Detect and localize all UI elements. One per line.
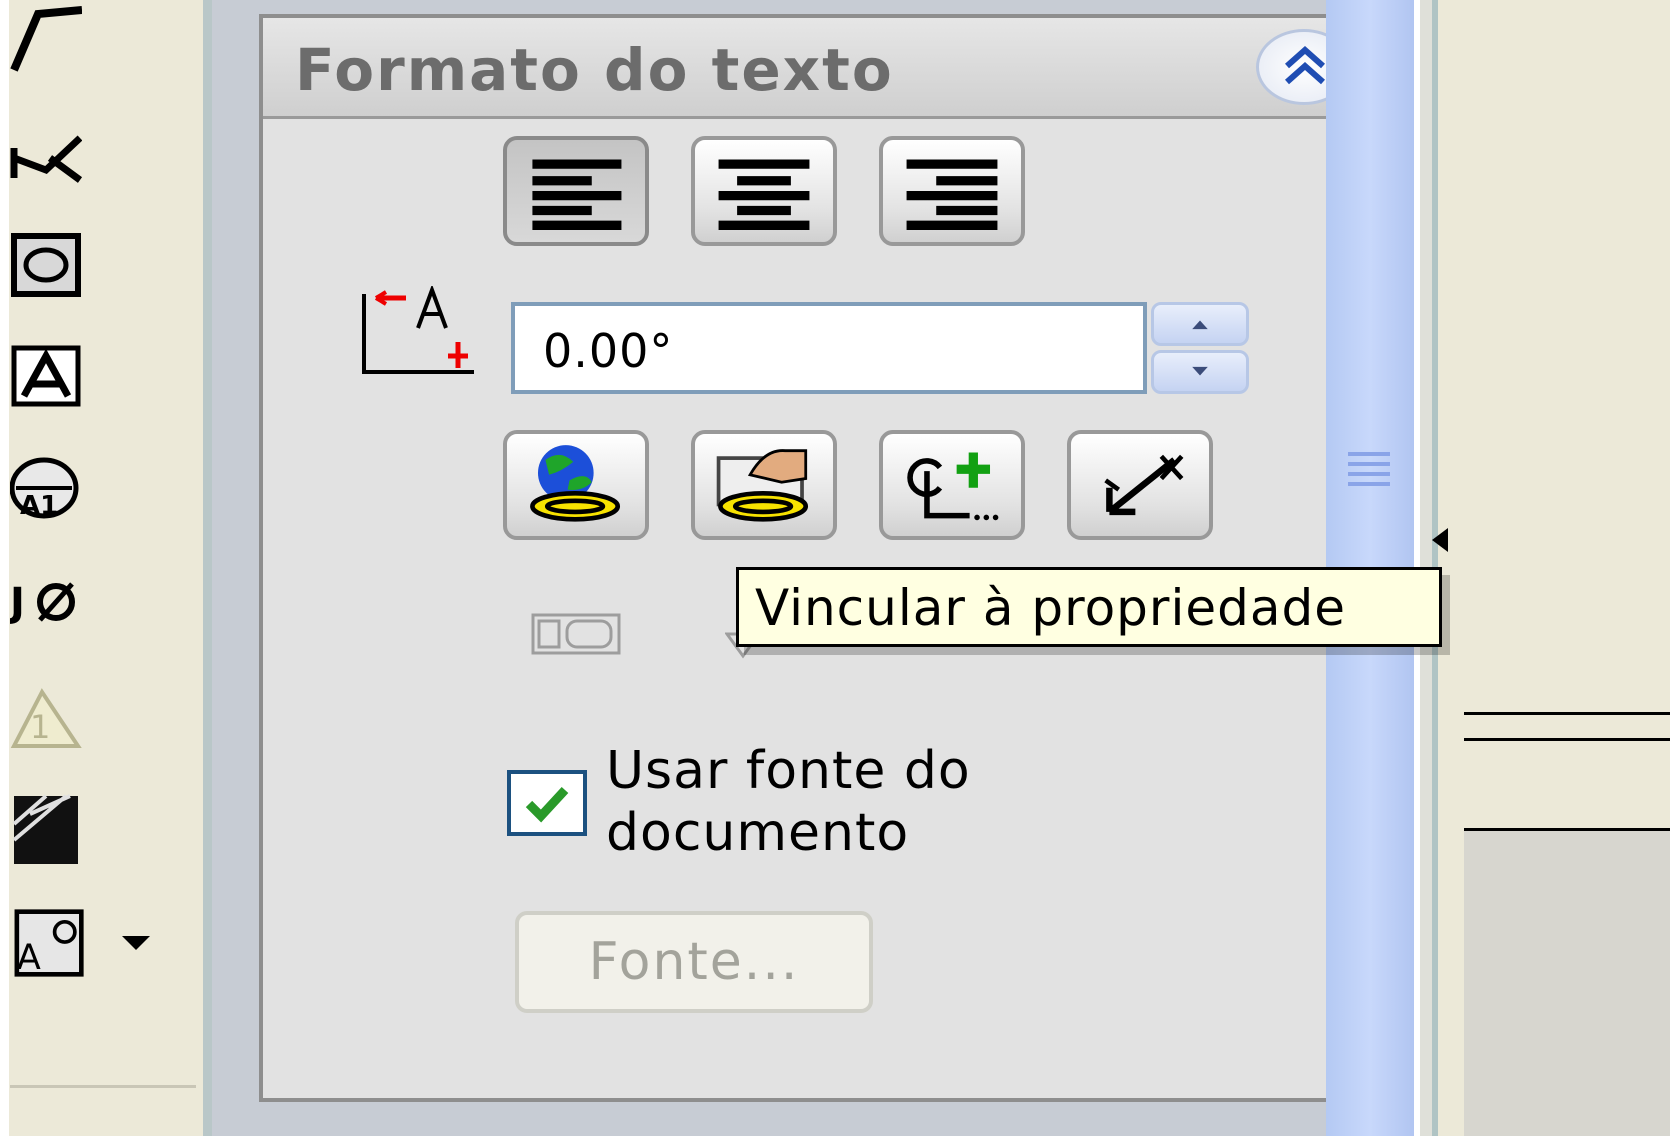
align-center-icon [718, 159, 810, 230]
weld-symbol-tool-icon[interactable]: A [10, 908, 90, 978]
leader-arrow-icon [1104, 454, 1184, 516]
checkmark-icon [525, 786, 569, 823]
svg-text:A1: A1 [20, 491, 58, 521]
link-to-property-hand-icon [716, 449, 809, 522]
link-to-property-button[interactable] [503, 430, 649, 540]
text-angle-icon [362, 286, 474, 374]
left-edge [0, 0, 9, 1136]
double-chevron-up-icon [1285, 45, 1325, 85]
svg-text:J: J [10, 580, 25, 626]
balloon-tool-icon[interactable]: A1 [10, 452, 82, 522]
spin-up-icon [1192, 320, 1208, 330]
angle-dimension-tool-icon[interactable] [10, 118, 82, 188]
drawing-border-line [1464, 738, 1670, 741]
link-to-property-globe-icon [530, 445, 621, 522]
drawing-border-line [1464, 712, 1670, 715]
tooltip: Vincular à propriedade [736, 567, 1442, 647]
note-text-tool-icon[interactable] [10, 342, 82, 412]
align-center-button[interactable] [691, 136, 837, 246]
svg-text:1: 1 [30, 708, 50, 746]
leader-button[interactable] [1067, 430, 1213, 540]
svg-text:A: A [17, 938, 41, 978]
panel-title: Formato do texto [295, 36, 894, 104]
align-right-icon [906, 159, 998, 230]
toolbar-rail [203, 0, 212, 1136]
line-tool-icon[interactable] [10, 4, 82, 74]
align-left-button[interactable] [503, 136, 649, 246]
add-symbol-button[interactable] [879, 430, 1025, 540]
drawing-background [1464, 831, 1670, 1136]
diameter-symbol-tool-icon[interactable]: J [10, 572, 82, 642]
tool-dropdown-arrow-icon[interactable] [118, 930, 154, 954]
panel-header: Formato do texto [263, 18, 1367, 119]
use-document-font-checkbox[interactable] [507, 770, 587, 836]
text-box-layout-icon[interactable] [531, 611, 621, 657]
add-symbol-icon [907, 452, 999, 521]
use-document-font-label: Usar fonte do documento [606, 741, 971, 863]
text-format-panel: Formato do texto 0.00° Usar fonte do doc… [259, 14, 1371, 1102]
spin-down-icon [1192, 366, 1208, 376]
align-left-icon [532, 159, 622, 230]
circle-tool-icon[interactable] [10, 230, 82, 300]
splitter-arrow-icon[interactable] [1428, 526, 1450, 554]
datum-triangle-icon[interactable]: 1 [10, 682, 82, 752]
align-right-button[interactable] [879, 136, 1025, 246]
font-button[interactable]: Fonte... [515, 911, 873, 1013]
angle-spin-down[interactable] [1151, 350, 1249, 394]
scrollbar-grip-icon[interactable] [1344, 448, 1394, 496]
toolbar-separator [10, 1085, 196, 1088]
angle-input[interactable]: 0.00° [511, 302, 1147, 394]
left-toolbar: A1 J 1 A [0, 0, 212, 1136]
link-property-hand-button[interactable] [691, 430, 837, 540]
angle-spin-up[interactable] [1151, 302, 1249, 346]
hatch-tool-icon[interactable] [10, 794, 82, 864]
